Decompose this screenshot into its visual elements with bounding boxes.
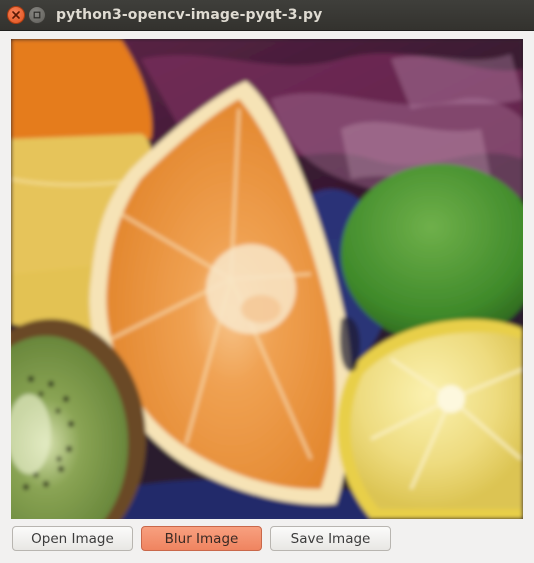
save-image-button[interactable]: Save Image bbox=[270, 526, 391, 551]
close-icon bbox=[12, 11, 20, 19]
blur-image-button[interactable]: Blur Image bbox=[141, 526, 262, 551]
maximize-icon bbox=[33, 11, 41, 19]
window-title: python3-opencv-image-pyqt-3.py bbox=[56, 7, 323, 23]
open-image-button[interactable]: Open Image bbox=[12, 526, 133, 551]
close-window-button[interactable] bbox=[7, 6, 25, 24]
fruit-image bbox=[11, 39, 523, 519]
maximize-window-button[interactable] bbox=[28, 6, 46, 24]
button-row: Open Image Blur Image Save Image bbox=[12, 526, 391, 551]
app-window: python3-opencv-image-pyqt-3.py Open Imag… bbox=[0, 0, 534, 563]
title-bar[interactable]: python3-opencv-image-pyqt-3.py bbox=[0, 0, 534, 31]
image-display bbox=[11, 39, 523, 519]
